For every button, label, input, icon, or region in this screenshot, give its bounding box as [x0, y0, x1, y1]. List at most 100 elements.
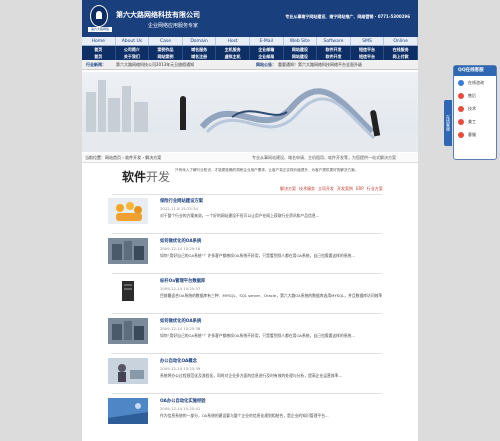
mainnav-item[interactable]: 公司简介 [116, 46, 150, 53]
divider [112, 273, 382, 274]
article-thumbnail [108, 318, 148, 344]
online-service-tab[interactable]: 在线客服 [444, 100, 452, 146]
topnav-item-case[interactable]: Case [149, 37, 183, 45]
tab-tech-service[interactable]: 技术服务 [299, 186, 315, 192]
article-title[interactable]: 保险行业网站建设方案 [160, 198, 203, 204]
top-nav: Home About Us Case Domain Host E-Mail We… [82, 37, 418, 46]
qq-contact-label: 美工 [468, 118, 476, 124]
topnav-item-software[interactable]: Software [317, 37, 351, 45]
article-item[interactable]: OA办公自动化实施经验 2009-12-14 15:25:41 作为信息系统的一… [108, 398, 383, 430]
section-title-main: 软件 [122, 170, 147, 184]
divider [112, 194, 382, 195]
businessman-figure [180, 96, 186, 130]
qq-contact-item[interactable]: 客服 [454, 128, 496, 141]
qq-contact-label: 技术 [468, 105, 476, 111]
topnav-item-website[interactable]: Web Site [284, 37, 318, 45]
mainnav-item[interactable]: 短信平台 [351, 53, 385, 60]
mainnav-item[interactable]: 案例作品 [149, 46, 183, 53]
article-item[interactable]: 办公自动化OA概念 2009-12-14 15:25:39 系统将办公过程规范化… [108, 358, 383, 390]
mainnav-item[interactable]: 主机服务 [216, 46, 250, 53]
article-thumbnail [108, 358, 148, 384]
mainnav-item[interactable]: 短信平台 [351, 46, 385, 53]
article-date: 2009-12-14 15:25:41 [160, 406, 201, 411]
article-item[interactable]: 标杆Oa管理平台数据库 2009-12-14 15:25:37 目前最适合OA系… [108, 278, 383, 310]
mainnav-item[interactable]: 网站建设 [284, 53, 318, 60]
news-tag: 行业新闻： [86, 62, 106, 67]
mainnav-item[interactable]: 虚拟主机 [216, 53, 250, 60]
mainnav-item[interactable]: 软件开发 [317, 53, 351, 60]
mainnav-item[interactable]: 软件开发 [317, 46, 351, 53]
breadcrumb-path[interactable]: 当前位置：网站首页 › 软件开发 › 解决方案 [85, 155, 161, 161]
article-summary: 如何“用好自己的OA系统”？许多客户都感叹OA系统不好用，只是看到别人都在用OA… [160, 253, 355, 258]
section-title: 软件开发 [122, 168, 170, 185]
qq-icon [458, 131, 464, 138]
tab-solutions[interactable]: 解决方案 [280, 186, 296, 192]
company-slogan: 企业网络应用服务专家 [148, 23, 199, 29]
mainnav-item[interactable]: 网站案例 [149, 53, 183, 60]
main-nav-row: 首页 关于我们 网站案例 域名注册 虚拟主机 企业邮局 网站建设 软件开发 短信… [82, 53, 418, 60]
qq-panel-title: QQ在线客服 [454, 66, 496, 76]
article-title[interactable]: 办公自动化OA概念 [160, 358, 197, 364]
article-thumbnail [108, 238, 148, 264]
article-item[interactable]: 如何做优化的OA系统 2009-12-14 15:29:16 如何“用好自己的O… [108, 238, 383, 270]
divider [112, 393, 382, 394]
topnav-item-home[interactable]: Home [82, 37, 116, 45]
topnav-item-about[interactable]: About Us [116, 37, 150, 45]
breadcrumb-desc: 专业从事网站建设、域名申请、主机租用、软件开发等，为您提供一站式解决方案 [252, 155, 396, 160]
category-tabs: 解决方案 技术服务 立项开发 开发案例 ERP 行业方案 [280, 186, 386, 192]
topnav-item-online[interactable]: Online [384, 37, 418, 45]
mainnav-item[interactable]: 域名服务 [183, 46, 217, 53]
article-title[interactable]: 如何做优化的OA系统 [160, 318, 201, 324]
article-thumbnail [108, 198, 148, 224]
mainnav-item[interactable]: 在线服务 [384, 46, 418, 53]
section-title-thin: 开发 [146, 170, 171, 184]
article-title[interactable]: 如何做优化的OA系统 [160, 238, 201, 244]
article-date: 2009-12-14 15:25:39 [160, 366, 201, 371]
qq-contact-item[interactable]: 美工 [454, 115, 496, 128]
article-summary: 系统将办公过程规范化及流程化，同时对企业多方面的信息进行及时有效的处理与分析，提… [160, 373, 343, 378]
qq-contact-label: 客服 [468, 131, 476, 137]
topnav-item-email[interactable]: E-Mail [250, 37, 284, 45]
mainnav-item[interactable]: 企业邮局 [250, 53, 284, 60]
article-date: 2009-12-14 15:29:16 [160, 246, 201, 251]
tab-project[interactable]: 立项开发 [318, 186, 334, 192]
tab-cases[interactable]: 开发案例 [337, 186, 353, 192]
tab-erp[interactable]: ERP [356, 186, 364, 192]
notice-link[interactable]: 重要通知！第六大路网络科技网络平台全面升级 [278, 62, 362, 68]
hotline-text: 专业从事南宁网站建设、南宁网站推广、网络营销 · 0771-5300296 [285, 14, 410, 19]
topnav-item-sms[interactable]: SMS [351, 37, 385, 45]
article-summary: 目前最适合OA系统的数据库有三种：MYSQL、SQL server、Oracle… [160, 293, 382, 298]
article-date: 2009-12-14 15:25:37 [160, 286, 201, 291]
article-item[interactable]: 如何做优化的OA系统 2009-12-14 15:25:38 如何“用好自己的O… [108, 318, 383, 350]
notice-tag: 网站公告： [256, 62, 276, 67]
qq-contact-item[interactable]: 在线咨询 [454, 76, 496, 89]
mainnav-item[interactable]: 网上付款 [384, 53, 418, 60]
logo-text: 第六大路网络 [90, 27, 109, 31]
qq-icon [458, 92, 464, 99]
news-link[interactable]: 第六大路网络科技公司2013年元旦放假通知 [116, 62, 194, 68]
qq-icon [458, 79, 464, 86]
main-nav-row: 首页 公司简介 案例作品 域名服务 主机服务 企业邮箱 网站建设 软件开发 短信… [82, 46, 418, 53]
article-thumbnail [108, 278, 148, 304]
article-title[interactable]: 标杆Oa管理平台数据库 [160, 278, 205, 284]
logo-icon[interactable] [90, 5, 108, 27]
tab-industry[interactable]: 行业方案 [367, 186, 383, 192]
article-title[interactable]: OA办公自动化实施经验 [160, 398, 206, 404]
mainnav-item[interactable]: 域名注册 [183, 53, 217, 60]
qq-contact-item[interactable]: 技术 [454, 102, 496, 115]
section-description: 只有深入了解行业知识，才能更准确的洞悉企业用户需求，让客户真正实现价值提升，为客… [175, 168, 359, 172]
ribbon-graphic [199, 88, 376, 140]
qq-service-panel: QQ在线客服 在线咨询 售后 技术 美工 客服 [453, 65, 497, 160]
topnav-item-host[interactable]: Host [216, 37, 250, 45]
mainnav-item[interactable]: 首页 [82, 46, 116, 53]
article-date: 2012-11-8 15:25:34 [160, 206, 198, 211]
mainnav-item[interactable]: 关于我们 [116, 53, 150, 60]
qq-contact-label: 在线咨询 [468, 79, 484, 85]
topnav-item-domain[interactable]: Domain [183, 37, 217, 45]
mainnav-item[interactable]: 企业邮箱 [250, 46, 284, 53]
mainnav-item[interactable]: 网站建设 [284, 46, 318, 53]
news-ticker: 行业新闻： 第六大路网络科技公司2013年元旦放假通知 网站公告： 重要通知！第… [82, 60, 418, 70]
qq-contact-item[interactable]: 售后 [454, 89, 496, 102]
article-item[interactable]: 保险行业网站建设方案 2012-11-8 15:25:34 对于整个行业的方案来… [108, 198, 383, 230]
mainnav-item[interactable]: 首页 [82, 53, 116, 60]
